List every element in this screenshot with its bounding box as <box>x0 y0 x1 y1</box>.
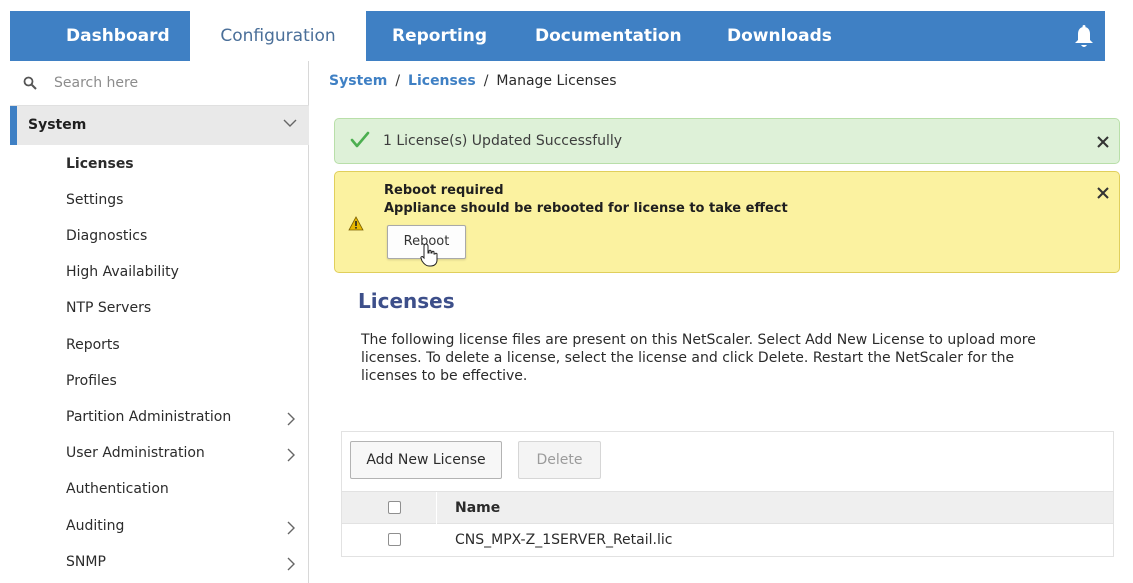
sidebar: Search here System Licenses Settings Dia… <box>10 61 309 583</box>
active-indicator <box>10 106 17 145</box>
sidebar-item-reports[interactable]: Reports <box>66 337 120 353</box>
warning-icon <box>348 216 364 231</box>
sidebar-item-high-availability[interactable]: High Availability <box>66 264 179 280</box>
column-header-name[interactable]: Name <box>455 500 500 516</box>
search-input[interactable]: Search here <box>54 75 138 91</box>
breadcrumb-licenses[interactable]: Licenses <box>408 73 476 89</box>
license-file-name: CNS_MPX-Z_1SERVER_Retail.lic <box>455 532 673 548</box>
sidebar-item-licenses[interactable]: Licenses <box>66 156 134 172</box>
add-new-license-button[interactable]: Add New License <box>350 441 502 479</box>
success-alert: 1 License(s) Updated Successfully <box>334 118 1120 164</box>
select-all-checkbox[interactable] <box>388 501 401 514</box>
close-icon[interactable] <box>1096 135 1110 149</box>
breadcrumb-separator: / <box>483 73 489 89</box>
breadcrumb: System / Licenses / Manage Licenses <box>329 73 617 89</box>
breadcrumb-separator: / <box>395 73 401 89</box>
search-icon <box>23 76 37 90</box>
sidebar-section-system[interactable]: System <box>10 106 309 145</box>
sidebar-item-settings[interactable]: Settings <box>66 192 123 208</box>
tab-configuration[interactable]: Configuration <box>190 11 366 61</box>
sidebar-item-snmp[interactable]: SNMP <box>66 554 106 570</box>
warning-alert: Reboot required Appliance should be rebo… <box>334 171 1120 273</box>
sidebar-item-auditing[interactable]: Auditing <box>66 518 124 534</box>
row-checkbox[interactable] <box>388 533 401 546</box>
warning-message: Appliance should be rebooted for license… <box>384 201 788 216</box>
sidebar-item-profiles[interactable]: Profiles <box>66 373 117 389</box>
tab-downloads[interactable]: Downloads <box>727 11 832 61</box>
licenses-description: The following license files are present … <box>361 332 1036 384</box>
close-icon[interactable] <box>1096 186 1110 200</box>
top-nav: Dashboard Configuration Reporting Docume… <box>10 11 1105 61</box>
sidebar-item-diagnostics[interactable]: Diagnostics <box>66 228 147 244</box>
success-message: 1 License(s) Updated Successfully <box>383 133 623 149</box>
page-title: Licenses <box>358 289 455 313</box>
hand-cursor-icon <box>420 243 438 267</box>
warning-title: Reboot required <box>384 183 504 198</box>
breadcrumb-system[interactable]: System <box>329 73 387 89</box>
chevron-right-icon[interactable] <box>286 521 296 535</box>
licenses-panel: Add New License Delete Name CNS_MPX-Z_1S… <box>341 431 1114 557</box>
chevron-right-icon[interactable] <box>286 557 296 571</box>
tab-dashboard[interactable]: Dashboard <box>66 11 170 61</box>
bell-icon[interactable] <box>1073 25 1095 49</box>
chevron-right-icon[interactable] <box>286 412 296 426</box>
column-divider <box>436 492 437 525</box>
sidebar-item-partition-administration[interactable]: Partition Administration <box>66 409 231 425</box>
table-row[interactable]: CNS_MPX-Z_1SERVER_Retail.lic <box>342 524 1113 556</box>
sidebar-section-label: System <box>28 117 87 133</box>
sidebar-item-user-administration[interactable]: User Administration <box>66 445 205 461</box>
check-icon <box>350 131 370 148</box>
sidebar-item-authentication[interactable]: Authentication <box>66 481 169 497</box>
delete-button[interactable]: Delete <box>518 441 601 479</box>
table-header: Name <box>342 491 1113 525</box>
sidebar-search[interactable]: Search here <box>10 61 309 106</box>
tab-documentation[interactable]: Documentation <box>535 11 682 61</box>
tab-reporting[interactable]: Reporting <box>392 11 487 61</box>
chevron-right-icon[interactable] <box>286 448 296 462</box>
chevron-down-icon[interactable] <box>283 118 297 128</box>
sidebar-item-ntp-servers[interactable]: NTP Servers <box>66 300 151 316</box>
breadcrumb-current: Manage Licenses <box>496 73 617 89</box>
